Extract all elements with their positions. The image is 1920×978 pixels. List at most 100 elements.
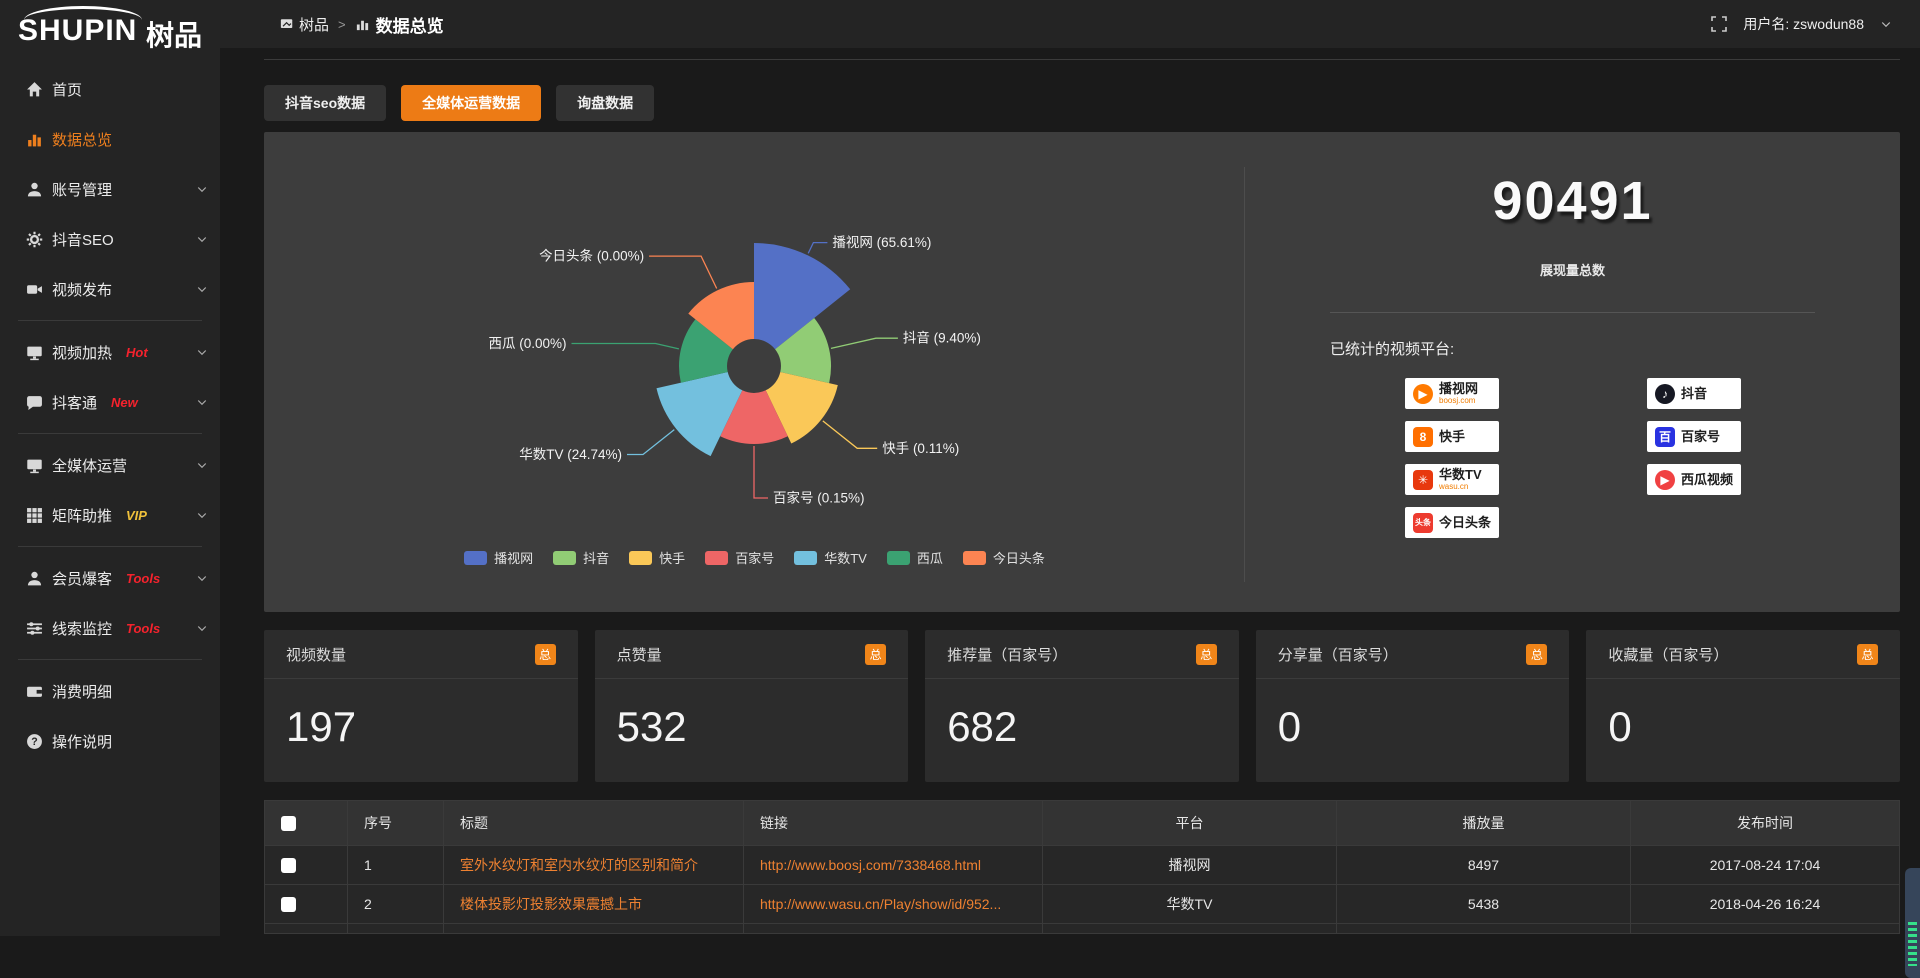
chevron-down-icon[interactable] xyxy=(196,459,208,471)
chevron-down-icon[interactable] xyxy=(1880,18,1892,30)
rose-chart[interactable]: 播视网 (65.61%)抖音 (9.40%)快手 (0.11%)百家号 (0.1… xyxy=(264,132,1245,612)
video-url-link[interactable]: http://www.boosj.com/7338468.html xyxy=(760,857,981,873)
total-badge[interactable]: 总 xyxy=(865,644,886,665)
stat-card-value: 682 xyxy=(925,679,1239,751)
pie-slice-华数TV[interactable] xyxy=(657,372,743,456)
breadcrumb-current[interactable]: 数据总览 xyxy=(355,12,444,37)
total-badge[interactable]: 总 xyxy=(1196,644,1217,665)
main-content: 抖音seo数据全媒体运营数据询盘数据 播视网 (65.61%)抖音 (9.40%… xyxy=(220,48,1920,936)
platform-name: 百家号 xyxy=(1681,430,1720,443)
legend-item-百家号[interactable]: 百家号 xyxy=(705,548,774,567)
widget-stripes-icon xyxy=(1908,922,1917,966)
row-checkbox[interactable] xyxy=(281,858,296,873)
cell-time: 2017-08-24 17:04 xyxy=(1631,846,1900,885)
platform-name: 西瓜视频 xyxy=(1681,473,1733,486)
tab-0[interactable]: 抖音seo数据 xyxy=(264,85,386,121)
stat-card-header: 视频数量总 xyxy=(264,630,578,679)
burst-icon: ✳ xyxy=(1413,470,1433,490)
legend-swatch xyxy=(887,551,910,565)
stat-cards: 视频数量总197点赞量总532推荐量（百家号）总682分享量（百家号）总0收藏量… xyxy=(264,630,1900,782)
sidebar-item-0[interactable]: 首页 xyxy=(0,64,220,114)
sidebar-item-10[interactable]: 线索监控Tools xyxy=(0,603,220,653)
video-url-link[interactable]: http://www.wasu.cn/Play/show/id/952... xyxy=(760,896,1001,912)
sidebar-item-3[interactable]: 抖音SEO xyxy=(0,214,220,264)
pie-label-播视网: 播视网 (65.61%) xyxy=(832,235,931,250)
cell-title: 室外水纹灯和室内水纹灯的区别和简介 xyxy=(444,846,744,885)
kuaishou-icon: 8 xyxy=(1413,427,1433,447)
sidebar-item-label: 抖客通 xyxy=(52,392,97,413)
tab-1[interactable]: 全媒体运营数据 xyxy=(401,85,541,121)
video-title-link[interactable]: 楼体投影灯投影效果震撼上市 xyxy=(460,896,642,912)
platform-badge-快手: 8快手 xyxy=(1405,421,1499,452)
chart-legend: 播视网 抖音 快手 百家号 华数TV 西瓜 今日头条 xyxy=(264,548,1245,567)
sidebar-item-label: 操作说明 xyxy=(52,731,112,752)
row-select-cell xyxy=(265,846,348,885)
sliders-icon xyxy=(26,620,43,637)
video-title-link[interactable]: 室外水纹灯和室内水纹灯的区别和简介 xyxy=(460,857,698,873)
col-header-1: 标题 xyxy=(444,801,744,846)
breadcrumb-root[interactable]: 树品 xyxy=(280,14,329,35)
sidebar-item-label: 抖音SEO xyxy=(52,229,114,250)
chevron-down-icon[interactable] xyxy=(196,283,208,295)
platform-name: 今日头条 xyxy=(1439,516,1491,529)
select-all-checkbox[interactable] xyxy=(281,816,296,831)
sidebar-item-4[interactable]: 视频发布 xyxy=(0,264,220,314)
platform-sub: boosj.com xyxy=(1439,397,1478,405)
legend-item-今日头条[interactable]: 今日头条 xyxy=(963,548,1045,567)
sidebar-item-8[interactable]: 矩阵助推VIP xyxy=(0,490,220,540)
legend-swatch xyxy=(464,551,487,565)
chevron-down-icon[interactable] xyxy=(196,233,208,245)
sidebar-item-12[interactable]: ? 操作说明 xyxy=(0,716,220,766)
sidebar-item-11[interactable]: 消费明细 xyxy=(0,666,220,716)
sidebar-item-5[interactable]: 视频加热Hot xyxy=(0,327,220,377)
logo-text-cn: 树品 xyxy=(146,14,202,54)
legend-label: 快手 xyxy=(659,548,685,567)
col-header-5: 发布时间 xyxy=(1631,801,1900,846)
stat-card-label: 点赞量 xyxy=(617,644,662,665)
total-badge[interactable]: 总 xyxy=(1526,644,1547,665)
music-note-icon: ♪ xyxy=(1655,384,1675,404)
platform-badges-right: ♪抖音百百家号▶西瓜视频 xyxy=(1647,378,1741,495)
tab-2[interactable]: 询盘数据 xyxy=(556,85,654,121)
svg-text:?: ? xyxy=(31,736,37,748)
chevron-down-icon[interactable] xyxy=(196,509,208,521)
user-icon xyxy=(26,181,43,198)
sidebar-item-2[interactable]: 账号管理 xyxy=(0,164,220,214)
sidebar-item-7[interactable]: 全媒体运营 xyxy=(0,440,220,490)
legend-item-快手[interactable]: 快手 xyxy=(629,548,685,567)
platform-name: 华数TV xyxy=(1439,468,1482,481)
sidebar-item-1[interactable]: 数据总览 xyxy=(0,114,220,164)
total-badge[interactable]: 总 xyxy=(1857,644,1878,665)
stat-card-0: 视频数量总197 xyxy=(264,630,578,782)
total-badge[interactable]: 总 xyxy=(535,644,556,665)
sidebar-item-6[interactable]: 抖客通New xyxy=(0,377,220,427)
platform-badge-华数TV: ✳华数TVwasu.cn xyxy=(1405,464,1499,495)
legend-item-华数TV[interactable]: 华数TV xyxy=(794,548,867,567)
sidebar-item-badge: Tools xyxy=(126,571,160,586)
fullscreen-icon[interactable] xyxy=(1711,16,1727,32)
chevron-down-icon[interactable] xyxy=(196,622,208,634)
grid-icon xyxy=(26,507,43,524)
sidebar: 首页数据总览账号管理抖音SEO 视频发布视频加热Hot抖客通New 全媒体运营矩阵助… xyxy=(0,48,220,936)
legend-item-抖音[interactable]: 抖音 xyxy=(553,548,609,567)
floating-widget[interactable] xyxy=(1905,868,1920,978)
pie-label-西瓜: 西瓜 (0.00%) xyxy=(488,336,566,351)
header-divider xyxy=(264,59,1900,60)
window-icon xyxy=(280,17,294,31)
sidebar-item-label: 全媒体运营 xyxy=(52,455,127,476)
sidebar-divider xyxy=(18,546,202,547)
row-checkbox[interactable] xyxy=(281,897,296,912)
sidebar-item-label: 账号管理 xyxy=(52,179,112,200)
legend-item-播视网[interactable]: 播视网 xyxy=(464,548,533,567)
chevron-down-icon[interactable] xyxy=(196,396,208,408)
chevron-down-icon[interactable] xyxy=(196,183,208,195)
platform-name: 播视网 xyxy=(1439,382,1478,395)
sidebar-item-9[interactable]: 会员爆客Tools xyxy=(0,553,220,603)
username-label[interactable]: 用户名: zswodun88 xyxy=(1743,14,1864,34)
stat-card-header: 收藏量（百家号）总 xyxy=(1586,630,1900,679)
legend-item-西瓜[interactable]: 西瓜 xyxy=(887,548,943,567)
chevron-down-icon[interactable] xyxy=(196,572,208,584)
pie-labelline-今日头条 xyxy=(649,256,717,288)
chevron-down-icon[interactable] xyxy=(196,346,208,358)
pie-labelline-快手 xyxy=(823,421,877,448)
